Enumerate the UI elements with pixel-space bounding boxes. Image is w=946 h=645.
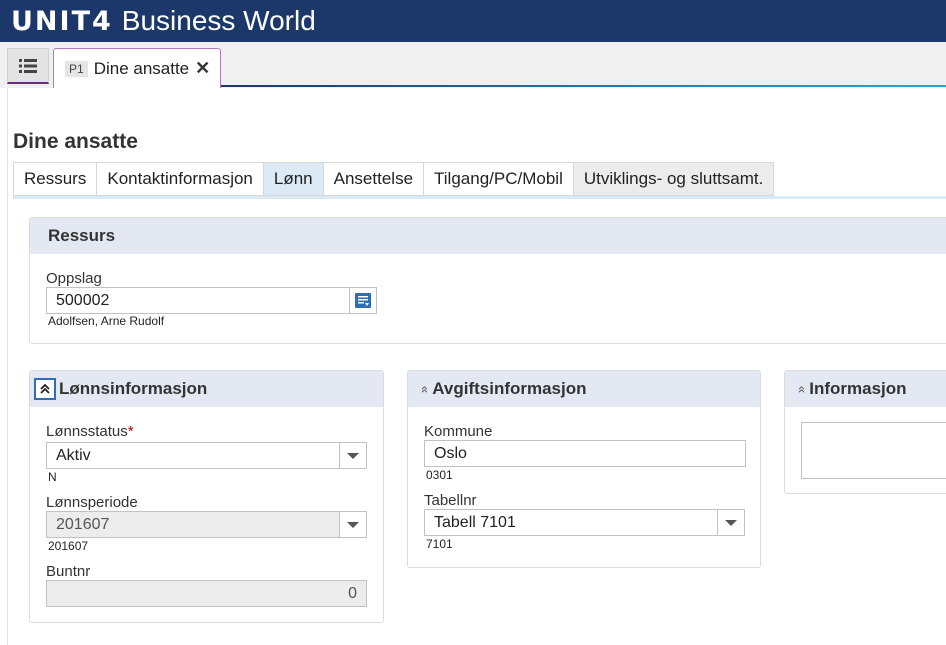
product-name: Business World (121, 5, 316, 36)
bunt-label: Buntnr (46, 563, 91, 580)
tab-lonn[interactable]: Lønn (262, 162, 323, 196)
tab-utviklings[interactable]: Utviklings- og sluttsamt. (572, 162, 775, 196)
tab-tilgang[interactable]: Tilgang/PC/Mobil (423, 162, 573, 196)
chevron-down-icon (725, 519, 737, 526)
double-chevron-up-icon (40, 384, 50, 394)
tab-strip-underline (221, 85, 946, 87)
kommune-code: 0301 (426, 468, 453, 482)
ressurs-panel: Ressurs Oppslag 500002 Adolfsen, Arne Ru… (29, 217, 946, 344)
kommune-input[interactable]: Oslo (424, 440, 746, 467)
document-tab-strip: P1 Dine ansatte ✕ (0, 42, 946, 88)
tab-kontaktinformasjon[interactable]: Kontaktinformasjon (96, 162, 263, 196)
lookup-input[interactable]: 500002 (46, 287, 350, 314)
period-select: 201607 (46, 511, 340, 538)
avgift-panel-header: » Avgiftsinformasjon (408, 371, 760, 407)
tabell-select[interactable]: Tabell 7101 (424, 509, 718, 536)
tabell-code: 7101 (426, 537, 453, 551)
required-mark: * (127, 423, 134, 440)
info-panel-header: » Informasjon (785, 371, 946, 407)
document-tab[interactable]: P1 Dine ansatte ✕ (53, 48, 221, 88)
info-textarea[interactable] (801, 422, 946, 479)
kommune-label: Kommune (424, 423, 493, 440)
double-chevron-up-icon[interactable]: » (793, 385, 808, 392)
status-code: N (48, 470, 57, 484)
info-panel-title: Informasjon (809, 379, 907, 398)
status-label-text: Lønnsstatus (46, 423, 128, 440)
double-chevron-up-icon[interactable]: » (416, 385, 431, 392)
app-header: UNIT4 Business World (0, 0, 946, 42)
chevron-down-icon (347, 521, 359, 528)
tabell-label: Tabellnr (424, 492, 477, 509)
lookup-button[interactable] (349, 287, 377, 314)
status-label: Lønnsstatus* (46, 423, 134, 440)
page-title: Dine ansatte (13, 130, 138, 153)
status-select[interactable]: Aktiv (46, 442, 340, 469)
left-divider (7, 88, 8, 645)
avgift-panel: » Avgiftsinformasjon Kommune Oslo 0301 T… (407, 370, 761, 568)
tab-ansettelse[interactable]: Ansettelse (322, 162, 424, 196)
collapse-button[interactable] (34, 378, 56, 400)
lonn-panel: Lønnsinformasjon Lønnsstatus* Aktiv N Lø… (29, 370, 384, 623)
lookup-name: Adolfsen, Arne Rudolf (48, 314, 165, 328)
period-label: Lønnsperiode (46, 494, 138, 511)
avgift-panel-title: Avgiftsinformasjon (432, 379, 587, 398)
list-icon (19, 58, 37, 73)
tab-badge: P1 (65, 60, 88, 77)
section-tabs: Ressurs Kontaktinformasjon Lønn Ansettel… (13, 162, 775, 196)
status-dropdown-button[interactable] (339, 442, 367, 469)
lonn-panel-header: Lønnsinformasjon (30, 371, 383, 407)
lonn-panel-title: Lønnsinformasjon (59, 379, 208, 398)
close-icon[interactable]: ✕ (195, 58, 210, 79)
app-logo: UNIT4 Business World (11, 5, 316, 37)
document-tab-label: Dine ansatte (93, 58, 190, 78)
lookup-label: Oppslag (46, 270, 102, 287)
brand-logo: UNIT4 (11, 6, 113, 37)
period-dropdown-button[interactable] (339, 511, 367, 538)
chevron-down-icon (347, 452, 359, 459)
ressurs-panel-header: Ressurs (30, 218, 946, 254)
ressurs-panel-title: Ressurs (48, 226, 116, 245)
lookup-list-icon (355, 293, 371, 308)
bunt-input: 0 (46, 580, 367, 607)
tab-ressurs[interactable]: Ressurs (13, 162, 97, 196)
menu-button[interactable] (7, 48, 49, 84)
info-panel: » Informasjon (784, 370, 946, 494)
tabs-underline (13, 196, 946, 199)
tabell-dropdown-button[interactable] (717, 509, 745, 536)
period-code: 201607 (48, 539, 89, 553)
